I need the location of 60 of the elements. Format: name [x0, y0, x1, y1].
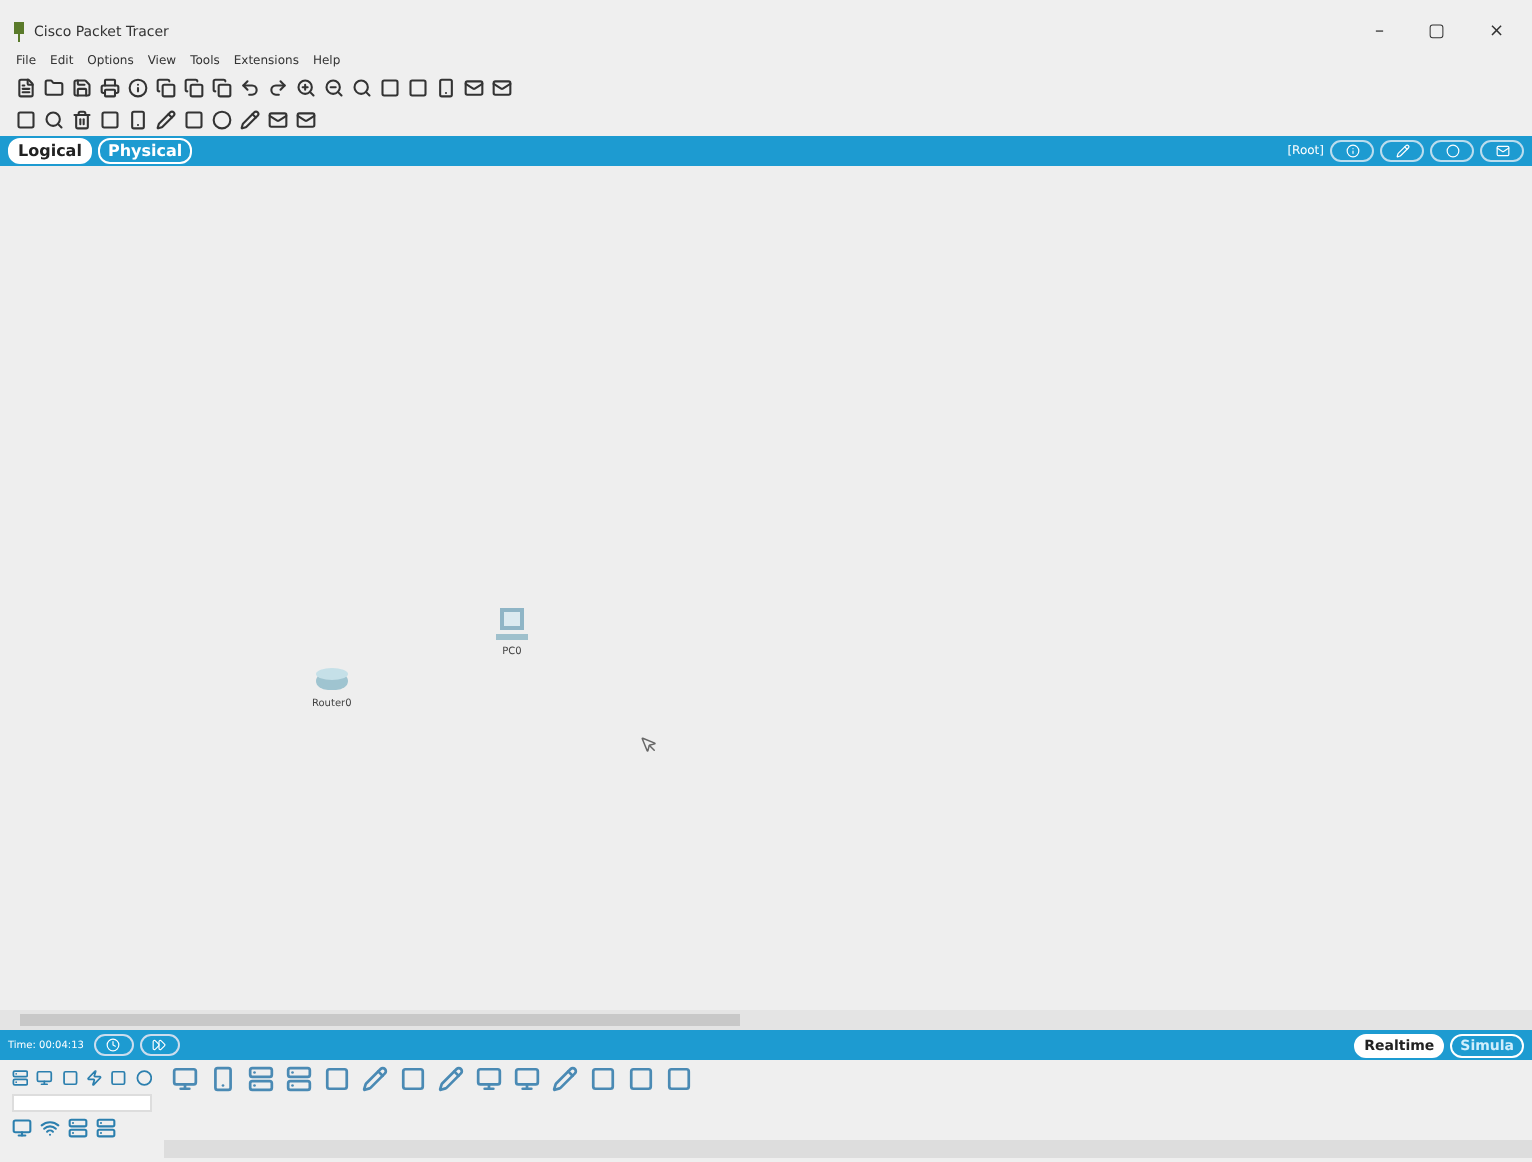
phone-icon[interactable]	[128, 110, 148, 130]
zoom-out-icon[interactable]	[324, 78, 344, 98]
pencil-icon	[1395, 144, 1409, 158]
printer-icon[interactable]	[100, 78, 120, 98]
envelope-icon[interactable]	[268, 110, 288, 130]
redo-icon[interactable]	[268, 78, 288, 98]
server-icon[interactable]	[286, 1066, 312, 1092]
square-icon[interactable]	[184, 110, 204, 130]
fast-forward-button[interactable]	[139, 1034, 180, 1056]
copy-icon[interactable]	[212, 78, 232, 98]
app-logo-icon	[12, 22, 26, 42]
search-icon[interactable]	[352, 78, 372, 98]
pencil-icon[interactable]	[240, 110, 260, 130]
square-icon[interactable]	[100, 110, 120, 130]
info-icon[interactable]	[128, 78, 148, 98]
toolbar-button[interactable]	[1380, 140, 1424, 162]
circle-icon	[1445, 144, 1459, 158]
copy-icon[interactable]	[184, 78, 204, 98]
window-control[interactable]: ▢	[1427, 22, 1445, 42]
square-icon[interactable]	[380, 78, 400, 98]
phone-icon[interactable]	[436, 78, 456, 98]
server-icon[interactable]	[96, 1118, 116, 1138]
search-icon[interactable]	[44, 110, 64, 130]
toolbar-button[interactable]	[1330, 140, 1374, 162]
monitor-icon[interactable]	[36, 1068, 54, 1088]
server-icon[interactable]	[248, 1066, 274, 1092]
copy-icon[interactable]	[156, 78, 176, 98]
square-icon[interactable]	[408, 78, 428, 98]
toolbar-button[interactable]	[1430, 140, 1474, 162]
window-control[interactable]: ×	[1488, 22, 1504, 42]
envelope-icon[interactable]	[296, 110, 316, 130]
envelope-icon	[1495, 144, 1509, 158]
search-field[interactable]	[12, 1094, 152, 1112]
window-control[interactable]: –	[1374, 22, 1384, 42]
envelope-icon[interactable]	[492, 78, 512, 98]
circle-icon[interactable]	[212, 110, 232, 130]
envelope-icon[interactable]	[464, 78, 484, 98]
toolbar-button[interactable]	[1480, 140, 1524, 162]
pencil-icon[interactable]	[156, 110, 176, 130]
cursor-icon	[640, 736, 658, 754]
zoom-in-icon[interactable]	[296, 78, 316, 98]
save-icon[interactable]	[72, 78, 92, 98]
scrollbar-thumb[interactable]	[20, 1014, 740, 1026]
monitor-icon[interactable]	[172, 1066, 198, 1092]
monitor-icon[interactable]	[514, 1066, 540, 1092]
undo-icon[interactable]	[240, 78, 260, 98]
monitor-icon[interactable]	[12, 1118, 32, 1138]
folder-icon[interactable]	[44, 78, 64, 98]
view-tab[interactable]: Logical	[8, 138, 92, 164]
info-icon	[1345, 144, 1359, 158]
trash-icon[interactable]	[72, 110, 92, 130]
wifi-icon[interactable]	[40, 1118, 60, 1138]
lightning-icon[interactable]	[85, 1068, 103, 1088]
clock-icon	[106, 1038, 121, 1052]
new-file-icon[interactable]	[16, 78, 36, 98]
clock-button[interactable]	[93, 1034, 134, 1056]
server-icon[interactable]	[68, 1118, 88, 1138]
fast-forward-icon	[152, 1038, 167, 1052]
monitor-icon[interactable]	[476, 1066, 502, 1092]
server-icon[interactable]	[12, 1068, 29, 1088]
